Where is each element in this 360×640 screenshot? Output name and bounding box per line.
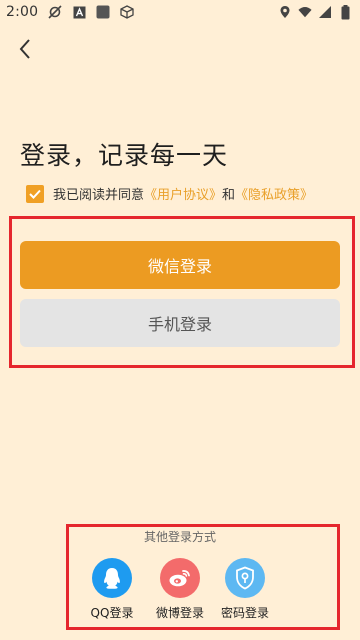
phone-login-button[interactable]: 手机登录	[20, 299, 340, 347]
lock-icon	[225, 558, 265, 598]
wifi-icon	[298, 5, 312, 19]
password-login-button[interactable]: 密码登录	[210, 558, 280, 621]
back-button[interactable]	[10, 34, 40, 64]
page-title: 登录，记录每一天	[20, 141, 229, 170]
sync-off-icon	[48, 5, 62, 19]
wechat-login-button[interactable]: 微信登录	[20, 241, 340, 289]
agreement-prefix: 我已阅读并同意	[53, 188, 145, 203]
chevron-left-icon	[19, 39, 30, 59]
app-square-icon	[96, 5, 110, 19]
privacy-policy-link[interactable]: 《隐私政策》	[235, 184, 313, 203]
weibo-icon	[160, 558, 200, 598]
agreement-conjunction: 和	[222, 188, 236, 203]
qq-icon	[92, 558, 132, 598]
user-agreement-link[interactable]: 《用户协议》	[144, 184, 222, 203]
weibo-login-label: 微博登录	[155, 606, 204, 620]
agreement-checkbox[interactable]	[26, 184, 44, 203]
password-login-label: 密码登录	[220, 606, 269, 620]
font-icon	[72, 5, 86, 19]
cube-icon	[120, 5, 134, 19]
signal-icon	[318, 5, 332, 19]
qq-login-label: QQ登录	[90, 606, 134, 620]
other-login-title: 其他登录方式	[143, 530, 216, 544]
location-icon	[278, 5, 292, 19]
qq-login-button[interactable]: QQ登录	[77, 558, 147, 621]
status-bar: 2:00	[0, 0, 360, 24]
weibo-login-button[interactable]: 微博登录	[145, 558, 215, 621]
check-icon	[29, 189, 41, 199]
other-login-methods: QQ登录 微博登录 密码登录	[0, 558, 360, 628]
status-time: 2:00	[6, 4, 39, 20]
battery-icon	[338, 4, 352, 19]
agreement-row: 我已阅读并同意 《用户协议》 和 《隐私政策》	[26, 184, 313, 203]
